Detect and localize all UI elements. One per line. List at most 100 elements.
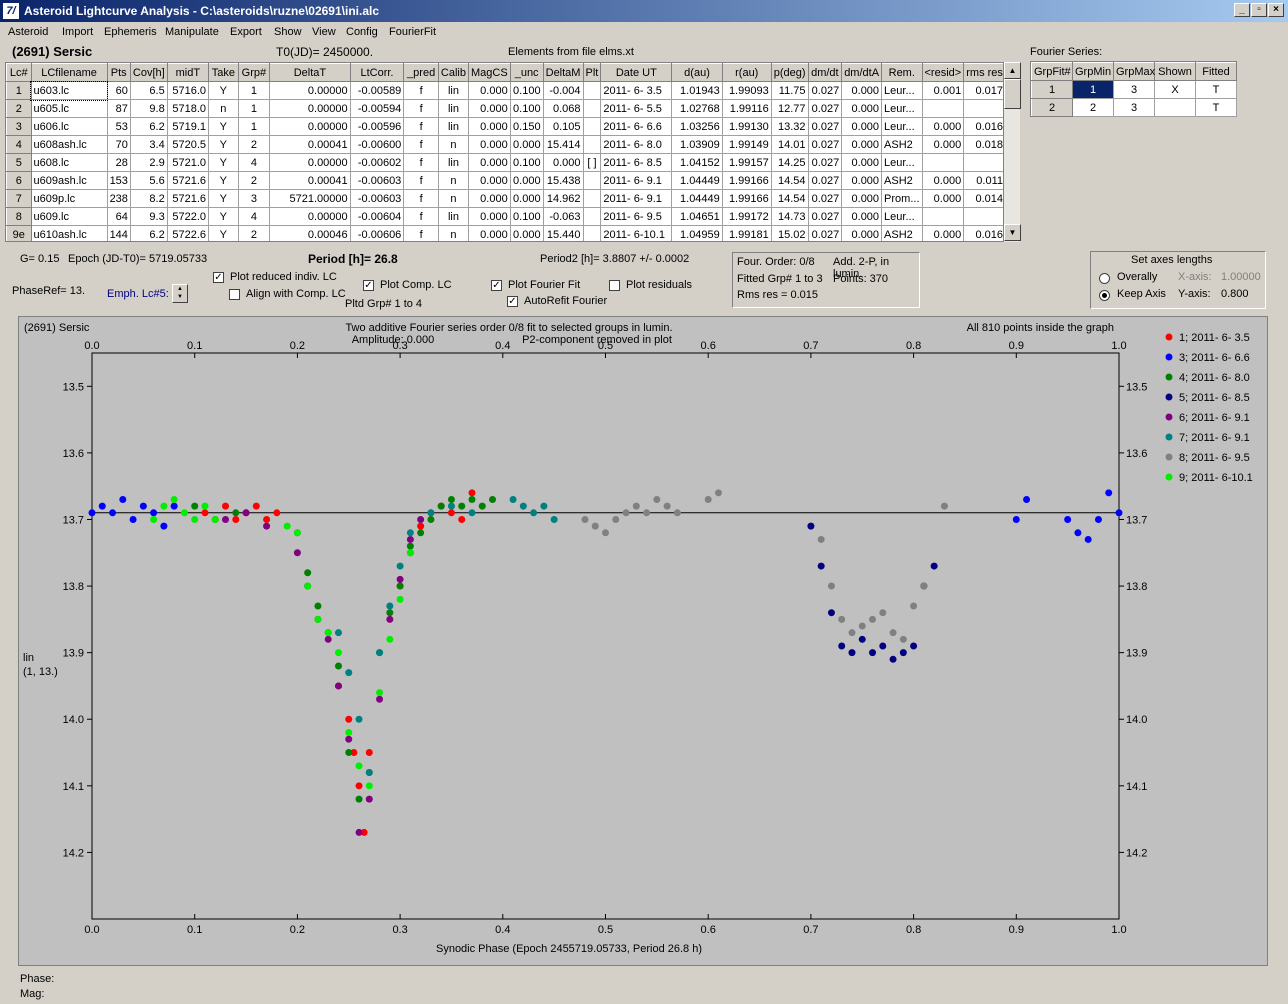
table-cell[interactable]: 0.027 xyxy=(807,99,843,118)
table-cell[interactable]: 1.99116 xyxy=(721,99,772,118)
table-cell[interactable]: 1.99181 xyxy=(721,225,772,241)
table-cell[interactable]: 0.027 xyxy=(807,207,843,226)
fourier-cell[interactable]: X xyxy=(1154,80,1196,99)
table-cell[interactable]: 60 xyxy=(106,81,131,100)
column-header[interactable]: _unc xyxy=(509,63,544,82)
table-cell[interactable]: 1.01943 xyxy=(671,81,723,100)
table-cell[interactable]: 64 xyxy=(106,207,131,226)
column-header[interactable]: MagCS xyxy=(468,63,511,82)
table-cell[interactable]: 5716.0 xyxy=(166,81,210,100)
table-cell[interactable]: 0.000 xyxy=(468,99,511,118)
fourier-cell[interactable]: 3 xyxy=(1113,98,1155,117)
table-cell[interactable]: lin xyxy=(437,117,470,136)
table-cell[interactable]: 14.962 xyxy=(542,189,584,208)
table-cell[interactable]: Leur... xyxy=(881,117,923,136)
table-cell[interactable]: 2011- 6- 9.1 xyxy=(600,189,673,208)
table-cell[interactable]: 0.000 xyxy=(468,171,511,190)
table-cell[interactable]: 1.99130 xyxy=(721,117,772,136)
table-cell[interactable]: Y xyxy=(208,207,239,226)
fourier-cell[interactable]: 1 xyxy=(1031,80,1073,99)
table-cell[interactable]: 0.000 xyxy=(841,189,883,208)
lightcurve-chart[interactable]: (2691) Sersic Two additive Fourier serie… xyxy=(19,317,1269,967)
table-cell[interactable] xyxy=(582,99,602,118)
fourier-column-header[interactable]: GrpMax xyxy=(1113,62,1155,81)
menu-show[interactable]: Show xyxy=(274,26,302,38)
table-cell[interactable]: 1.04449 xyxy=(671,171,723,190)
table-cell[interactable]: 0.000 xyxy=(841,153,883,172)
table-cell[interactable] xyxy=(963,153,1006,172)
row-header[interactable]: 1 xyxy=(6,81,32,100)
table-cell[interactable]: 0.000 xyxy=(509,171,544,190)
table-cell[interactable]: 87 xyxy=(106,99,131,118)
table-cell[interactable]: -0.00606 xyxy=(349,225,405,241)
table-row[interactable]: 9e u610ash.lc 144 6.2 5722.6 Y 2 0.00046 -0.0060… xyxy=(6,225,1006,241)
table-cell[interactable]: f xyxy=(403,153,439,172)
table-cell[interactable] xyxy=(963,207,1006,226)
table-cell[interactable]: 0.027 xyxy=(807,225,843,241)
table-row[interactable]: 1 u603.lc 60 6.5 5716.0 Y 1 0.00000 -0.00589 f lin… xyxy=(6,80,1006,101)
table-cell[interactable]: n xyxy=(437,171,470,190)
table-cell[interactable]: 1.03256 xyxy=(671,117,723,136)
table-cell[interactable]: 5.6 xyxy=(129,171,168,190)
table-cell[interactable]: 1.99172 xyxy=(721,207,772,226)
table-cell[interactable]: 5721.6 xyxy=(166,171,210,190)
table-cell[interactable]: Prom... xyxy=(881,189,923,208)
table-cell[interactable]: 0.000 xyxy=(841,99,883,118)
table-cell[interactable]: 12.77 xyxy=(770,99,809,118)
table-cell[interactable]: Y xyxy=(208,189,239,208)
column-header[interactable]: Date UT xyxy=(600,63,673,82)
table-cell[interactable]: lin xyxy=(437,81,470,100)
table-cell[interactable]: 14.73 xyxy=(770,207,809,226)
table-cell[interactable]: 5720.5 xyxy=(166,135,210,154)
table-cell[interactable]: -0.063 xyxy=(542,207,584,226)
table-cell[interactable]: ASH2 xyxy=(881,135,923,154)
close-button[interactable]: × xyxy=(1268,3,1284,17)
table-cell[interactable]: 6.2 xyxy=(129,117,168,136)
table-cell[interactable]: 6.2 xyxy=(129,225,168,241)
table-cell[interactable]: u608ash.lc xyxy=(30,135,108,154)
table-cell[interactable]: 0.150 xyxy=(509,117,544,136)
table-cell[interactable]: u605.lc xyxy=(30,99,108,118)
table-cell[interactable]: ASH2 xyxy=(881,225,923,241)
table-cell[interactable]: u609.lc xyxy=(30,207,108,226)
keep-axis-radio[interactable] xyxy=(1099,290,1110,301)
table-cell[interactable]: 0.016 xyxy=(963,117,1006,136)
table-cell[interactable]: -0.00603 xyxy=(349,189,405,208)
column-header[interactable]: rms res xyxy=(963,63,1006,82)
table-cell[interactable]: 5721.6 xyxy=(166,189,210,208)
table-cell[interactable]: 0.000 xyxy=(509,135,544,154)
table-cell[interactable]: 11.75 xyxy=(770,81,809,100)
table-cell[interactable]: Leur... xyxy=(881,153,923,172)
table-cell[interactable]: 0.000 xyxy=(468,189,511,208)
table-cell[interactable]: 0.000 xyxy=(841,117,883,136)
table-cell[interactable]: 1.04959 xyxy=(671,225,723,241)
table-cell[interactable]: 28 xyxy=(106,153,131,172)
fourier-cell[interactable] xyxy=(1154,98,1196,117)
table-cell[interactable]: 0.000 xyxy=(841,207,883,226)
menu-fourierfit[interactable]: FourierFit xyxy=(389,26,436,38)
table-cell[interactable] xyxy=(582,189,602,208)
table-cell[interactable]: 4 xyxy=(237,153,271,172)
table-cell[interactable]: -0.00603 xyxy=(349,171,405,190)
lightcurve-plot-panel[interactable]: (2691) Sersic Two additive Fourier serie… xyxy=(18,316,1268,966)
autorefit-checkbox[interactable]: ✓ xyxy=(507,296,518,307)
table-cell[interactable]: 2 xyxy=(237,135,271,154)
table-cell[interactable]: 1.99166 xyxy=(721,189,772,208)
table-cell[interactable]: 1.04651 xyxy=(671,207,723,226)
y-axis-value[interactable]: 0.800 xyxy=(1221,288,1249,300)
table-cell[interactable]: 0.000 xyxy=(841,81,883,100)
fourier-column-header[interactable]: GrpFit# xyxy=(1031,62,1073,81)
table-row[interactable]: 3 u606.lc 53 6.2 5719.1 Y 1 0.00000 -0.00596 f lin… xyxy=(6,117,1006,136)
table-cell[interactable]: n xyxy=(437,135,470,154)
column-header[interactable]: DeltaT xyxy=(269,63,351,82)
fourier-row[interactable]: 223T xyxy=(1031,98,1237,117)
table-cell[interactable]: f xyxy=(403,207,439,226)
table-cell[interactable]: 2 xyxy=(237,171,271,190)
table-cell[interactable]: lin xyxy=(437,99,470,118)
fourier-cell[interactable]: 2 xyxy=(1031,98,1073,117)
menu-view[interactable]: View xyxy=(312,26,336,38)
table-cell[interactable]: 0.000 xyxy=(468,225,511,241)
column-header[interactable]: Take xyxy=(208,63,239,82)
table-cell[interactable]: [ ] xyxy=(582,153,602,172)
minimize-button[interactable]: _ xyxy=(1234,3,1250,17)
